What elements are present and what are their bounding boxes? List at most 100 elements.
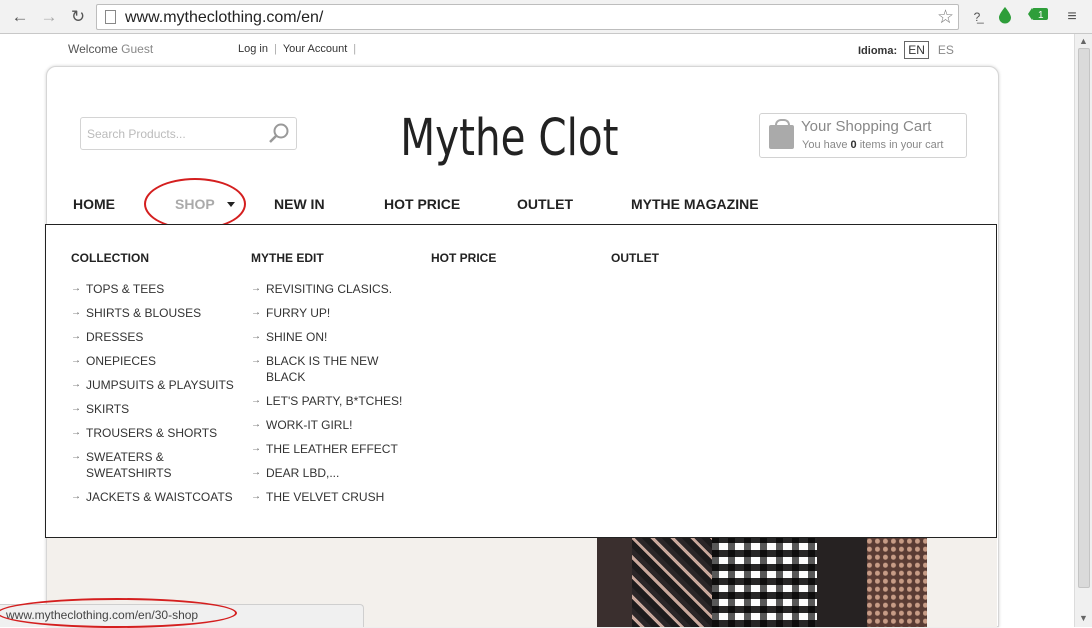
search-input[interactable]: Search Products...: [87, 127, 186, 141]
idioma-label: Idioma:: [858, 45, 898, 57]
collection-item-label[interactable]: SKIRTS: [86, 402, 129, 416]
collection-heading[interactable]: COLLECTION: [71, 251, 241, 265]
lang-en[interactable]: EN: [904, 41, 929, 59]
edit-item-label[interactable]: WORK-IT GIRL!: [266, 418, 352, 432]
edit-item-label[interactable]: LET'S PARTY, B*TCHES!: [266, 394, 402, 408]
arrow-icon: →: [251, 395, 261, 406]
search-box[interactable]: Search Products...: [80, 117, 297, 150]
site-logo[interactable]: Mythe Clothing: [380, 86, 707, 172]
arrow-icon: →: [71, 491, 81, 502]
address-url[interactable]: www.mytheclothing.com/en/: [125, 9, 323, 27]
shopping-cart[interactable]: Your Shopping Cart You have 0 items in y…: [759, 113, 967, 158]
hero-fabric-floral: [632, 538, 712, 627]
reload-icon[interactable]: ↻: [67, 6, 89, 28]
scrollbar-thumb[interactable]: [1078, 48, 1090, 588]
vertical-scrollbar[interactable]: ▲ ▼: [1074, 34, 1092, 627]
arrow-icon: →: [71, 403, 81, 414]
annotation-circle-shop: [144, 178, 246, 230]
outlet-heading[interactable]: OUTLET: [611, 251, 659, 265]
utility-bar: Welcome Guest Log in | Your Account | Idiom…: [0, 40, 1074, 60]
scroll-up-icon[interactable]: ▲: [1079, 36, 1088, 46]
menu-icon[interactable]: ≡: [1061, 6, 1083, 28]
edit-item[interactable]: → FURRY UP!: [251, 305, 416, 321]
extension-tag-icon[interactable]: 1: [1028, 6, 1050, 28]
arrow-icon: →: [251, 419, 261, 430]
collection-item[interactable]: → TOPS & TEES: [71, 281, 241, 297]
collection-item[interactable]: → SKIRTS: [71, 401, 241, 417]
collection-item[interactable]: → ONEPIECES: [71, 353, 241, 369]
collection-item[interactable]: → DRESSES: [71, 329, 241, 345]
cart-prefix: You have: [802, 139, 848, 151]
arrow-icon: →: [251, 443, 261, 454]
edit-item-label[interactable]: REVISITING CLASICS.: [266, 282, 392, 296]
nav-hot-price[interactable]: HOT PRICE: [384, 196, 460, 212]
account-links: Log in | Your Account |: [238, 43, 357, 55]
collection-item-label[interactable]: SHIRTS & BLOUSES: [86, 306, 201, 320]
mythe-edit-column: MYTHE EDIT → REVISITING CLASICS. → FURRY U…: [251, 251, 416, 513]
hot-price-column: HOT PRICE: [431, 251, 496, 281]
page-icon: [105, 10, 116, 24]
mythe-edit-list: → REVISITING CLASICS. → FURRY UP! → SHINE O…: [251, 281, 416, 505]
collection-item-label[interactable]: JUMPSUITS & PLAYSUITS: [86, 378, 234, 392]
extension-badge: 1: [1038, 10, 1044, 21]
arrow-icon: →: [71, 283, 81, 294]
extension-green-drop-icon[interactable]: [994, 6, 1016, 28]
nav-new-in[interactable]: NEW IN: [274, 196, 325, 212]
collection-item-label[interactable]: SWEATERS & SWEATSHIRTS: [86, 450, 172, 480]
edit-item[interactable]: → THE LEATHER EFFECT: [251, 441, 416, 457]
forward-arrow-icon[interactable]: →: [38, 6, 60, 28]
arrow-icon: →: [71, 427, 81, 438]
account-link[interactable]: Your Account: [283, 43, 347, 55]
shop-dropdown-menu: COLLECTION → TOPS & TEES → SHIRTS & BLOUSE…: [45, 224, 997, 538]
collection-item[interactable]: → SWEATERS & SWEATSHIRTS: [71, 449, 181, 481]
nav-home[interactable]: HOME: [73, 196, 115, 212]
welcome-label: Welcome: [68, 42, 118, 56]
edit-item-label[interactable]: SHINE ON!: [266, 330, 327, 344]
edit-item-label[interactable]: BLACK IS THE NEW BLACK: [266, 354, 378, 384]
edit-item[interactable]: → WORK-IT GIRL!: [251, 417, 416, 433]
search-icon[interactable]: [268, 122, 290, 144]
hero-fabric-sequin: [867, 538, 927, 627]
collection-column: COLLECTION → TOPS & TEES → SHIRTS & BLOUSE…: [71, 251, 241, 513]
edit-item[interactable]: → THE VELVET CRUSH: [251, 489, 416, 505]
arrow-icon: →: [71, 451, 81, 462]
arrow-icon: →: [251, 331, 261, 342]
collection-item[interactable]: → TROUSERS & SHORTS: [71, 425, 241, 441]
edit-item[interactable]: → SHINE ON!: [251, 329, 416, 345]
address-bar[interactable]: www.mytheclothing.com/en/ ☆: [96, 4, 959, 30]
collection-item-label[interactable]: TOPS & TEES: [86, 282, 164, 296]
collection-item-label[interactable]: JACKETS & WAISTCOATS: [86, 490, 233, 504]
collection-item[interactable]: → SHIRTS & BLOUSES: [71, 305, 241, 321]
scroll-down-icon[interactable]: ▼: [1079, 613, 1088, 623]
guest-name: Guest: [121, 42, 154, 56]
nav-outlet[interactable]: OUTLET: [517, 196, 573, 212]
collection-item[interactable]: → JACKETS & WAISTCOATS: [71, 489, 241, 505]
collection-item[interactable]: → JUMPSUITS & PLAYSUITS: [71, 377, 241, 393]
mythe-edit-heading[interactable]: MYTHE EDIT: [251, 251, 416, 265]
arrow-icon: →: [251, 491, 261, 502]
edit-item[interactable]: → DEAR LBD,...: [251, 465, 416, 481]
language-selector: Idioma: EN ES: [858, 41, 954, 59]
collection-item-label[interactable]: TROUSERS & SHORTS: [86, 426, 217, 440]
edit-item[interactable]: → BLACK IS THE NEW BLACK: [251, 353, 391, 385]
edit-item[interactable]: → LET'S PARTY, B*TCHES!: [251, 393, 416, 409]
bookmark-star-icon[interactable]: ☆: [937, 6, 954, 29]
edit-item-label[interactable]: THE VELVET CRUSH: [266, 490, 384, 504]
collection-item-label[interactable]: ONEPIECES: [86, 354, 156, 368]
collection-item-label[interactable]: DRESSES: [86, 330, 143, 344]
extension-help-icon[interactable]: ?̲: [966, 6, 988, 28]
login-link[interactable]: Log in: [238, 43, 268, 55]
edit-item[interactable]: → REVISITING CLASICS.: [251, 281, 416, 297]
arrow-icon: →: [71, 307, 81, 318]
browser-toolbar: ← → ↻ www.mytheclothing.com/en/ ☆ ?̲ 1 ≡: [0, 0, 1092, 34]
edit-item-label[interactable]: DEAR LBD,...: [266, 466, 339, 480]
nav-magazine[interactable]: MYTHE MAGAZINE: [631, 196, 759, 212]
welcome-text: Welcome Guest: [68, 42, 153, 56]
lang-es[interactable]: ES: [938, 43, 954, 57]
collection-list: → TOPS & TEES → SHIRTS & BLOUSES → DRESSES …: [71, 281, 241, 505]
hero-fabric-plaid-overlay: [712, 538, 817, 627]
back-arrow-icon[interactable]: ←: [9, 6, 31, 28]
edit-item-label[interactable]: THE LEATHER EFFECT: [266, 442, 398, 456]
edit-item-label[interactable]: FURRY UP!: [266, 306, 330, 320]
hot-price-heading[interactable]: HOT PRICE: [431, 251, 496, 265]
